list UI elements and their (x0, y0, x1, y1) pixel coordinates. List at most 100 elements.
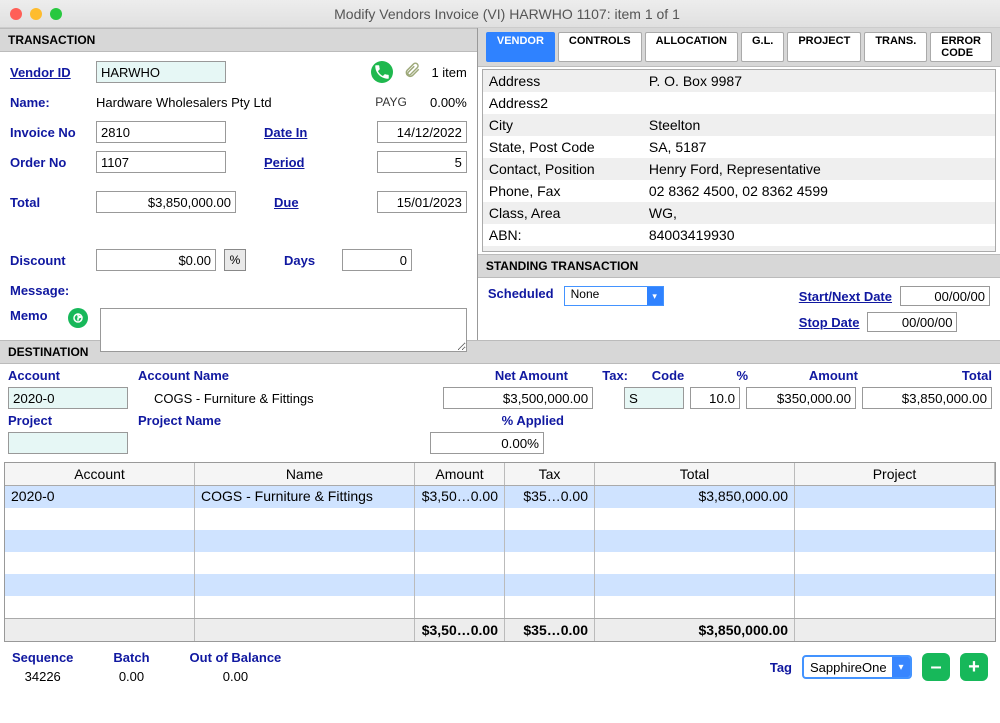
discount-input[interactable] (96, 249, 216, 271)
vendor-info-row: AddressP. O. Box 9987 (483, 70, 995, 92)
hdr-account-name: Account Name (138, 368, 438, 383)
grid-hdr-name[interactable]: Name (195, 463, 415, 485)
order-no-input[interactable] (96, 151, 226, 173)
grid-foot-amount: $3,50…0.00 (415, 619, 505, 641)
vendor-info-row: Address2 (483, 92, 995, 114)
dest-amount-input[interactable] (746, 387, 856, 409)
bottom-bar: Sequence 34226 Batch 0.00 Out of Balance… (0, 642, 1000, 692)
table-row[interactable] (5, 596, 995, 618)
grid-hdr-account[interactable]: Account (5, 463, 195, 485)
hdr-code: Code (638, 368, 698, 383)
vendor-info-key: State, Post Code (483, 139, 643, 155)
table-row[interactable] (5, 530, 995, 552)
stop-date-label[interactable]: Stop Date (799, 315, 860, 330)
tab-allocation[interactable]: ALLOCATION (645, 32, 738, 62)
memo-input[interactable] (100, 308, 467, 352)
grid-hdr-project[interactable]: Project (795, 463, 995, 485)
vendor-info-value: 0.00 (643, 249, 995, 252)
vendor-info-key: Contact, Position (483, 161, 643, 177)
phone-icon[interactable] (371, 61, 393, 83)
close-icon[interactable] (10, 8, 22, 20)
hdr-project-name: Project Name (138, 413, 434, 428)
tag-label: Tag (770, 660, 792, 675)
vendor-id-input[interactable] (96, 61, 226, 83)
tag-select[interactable]: SapphireOne ▾ (802, 655, 912, 679)
hdr-tax: Tax: (578, 368, 628, 383)
dest-account-input[interactable] (8, 387, 128, 409)
tab-project[interactable]: PROJECT (787, 32, 861, 62)
dest-project-input[interactable] (8, 432, 128, 454)
add-button[interactable]: + (960, 653, 988, 681)
scheduled-select[interactable]: None ▾ (564, 286, 664, 306)
sequence-label: Sequence (12, 650, 73, 665)
hdr-account: Account (8, 368, 128, 383)
oob-value: 0.00 (190, 669, 282, 684)
vendor-info-key: Address (483, 73, 643, 89)
chevron-down-icon: ▾ (647, 287, 663, 305)
hdr-pct: % (708, 368, 748, 383)
tab-vendor[interactable]: VENDOR (486, 32, 555, 62)
destination-grid: Account Name Amount Tax Total Project 20… (4, 462, 996, 642)
scheduled-value: None (565, 287, 600, 301)
dest-net-amount-input[interactable] (443, 387, 593, 409)
vendor-info-row: CitySteelton (483, 114, 995, 136)
dest-total-input[interactable] (862, 387, 992, 409)
date-in-input[interactable] (377, 121, 467, 143)
period-input[interactable] (377, 151, 467, 173)
invoice-no-input[interactable] (96, 121, 226, 143)
vendor-tabs: VENDOR CONTROLS ALLOCATION G.L. PROJECT … (478, 28, 1000, 67)
percent-button[interactable]: % (224, 249, 246, 271)
due-input[interactable] (377, 191, 467, 213)
hdr-project: Project (8, 413, 128, 428)
table-row[interactable] (5, 552, 995, 574)
memo-label: Memo (10, 308, 60, 323)
vendor-info-row: Phone, Fax02 8362 4500, 02 8362 4599 (483, 180, 995, 202)
hdr-net-amount: Net Amount (448, 368, 568, 383)
name-label: Name: (10, 95, 88, 110)
grid-hdr-tax[interactable]: Tax (505, 463, 595, 485)
grid-hdr-total[interactable]: Total (595, 463, 795, 485)
table-row[interactable] (5, 508, 995, 530)
tab-errorcode[interactable]: ERROR CODE (930, 32, 992, 62)
date-in-label[interactable]: Date In (264, 125, 324, 140)
days-input[interactable] (342, 249, 412, 271)
vendor-info-row: Class, AreaWG, (483, 202, 995, 224)
memo-icon[interactable] (68, 308, 88, 328)
titlebar: Modify Vendors Invoice (VI) HARWHO 1107:… (0, 0, 1000, 28)
vendor-info-value: SA, 5187 (643, 139, 995, 155)
vendor-info-key: City (483, 117, 643, 133)
invoice-no-label: Invoice No (10, 125, 88, 140)
hdr-pct-applied: % Applied (444, 413, 564, 428)
total-input[interactable] (96, 191, 236, 213)
vendor-id-label[interactable]: Vendor ID (10, 65, 88, 80)
batch-value: 0.00 (113, 669, 149, 684)
dest-pct-applied-input[interactable] (430, 432, 544, 454)
tab-controls[interactable]: CONTROLS (558, 32, 642, 62)
vendor-info-value: 02 8362 4500, 02 8362 4599 (643, 183, 995, 199)
table-row[interactable] (5, 574, 995, 596)
dest-pct-input[interactable] (690, 387, 740, 409)
transaction-header: TRANSACTION (0, 28, 477, 52)
attachment-icon[interactable] (403, 61, 421, 84)
grid-hdr-amount[interactable]: Amount (415, 463, 505, 485)
due-label[interactable]: Due (274, 195, 334, 210)
stop-date-input[interactable] (867, 312, 957, 332)
dest-account-name: COGS - Furniture & Fittings (154, 391, 437, 406)
dest-code-input[interactable] (624, 387, 684, 409)
start-date-input[interactable] (900, 286, 990, 306)
period-label[interactable]: Period (264, 155, 324, 170)
grid-foot-total: $3,850,000.00 (595, 619, 795, 641)
total-label: Total (10, 195, 88, 210)
message-label: Message: (10, 283, 88, 298)
tab-gl[interactable]: G.L. (741, 32, 784, 62)
remove-button[interactable]: – (922, 653, 950, 681)
start-date-label[interactable]: Start/Next Date (799, 289, 892, 304)
tab-trans[interactable]: TRANS. (864, 32, 927, 62)
chevron-down-icon: ▾ (892, 657, 910, 677)
sequence-value: 34226 (12, 669, 73, 684)
items-count: 1 item (431, 65, 466, 80)
table-row[interactable]: 2020-0COGS - Furniture & Fittings$3,50…0… (5, 486, 995, 508)
days-label: Days (284, 253, 334, 268)
vendor-name: Hardware Wholesalers Pty Ltd (96, 95, 272, 110)
vendor-info-panel: AddressP. O. Box 9987Address2CitySteelto… (482, 69, 996, 252)
